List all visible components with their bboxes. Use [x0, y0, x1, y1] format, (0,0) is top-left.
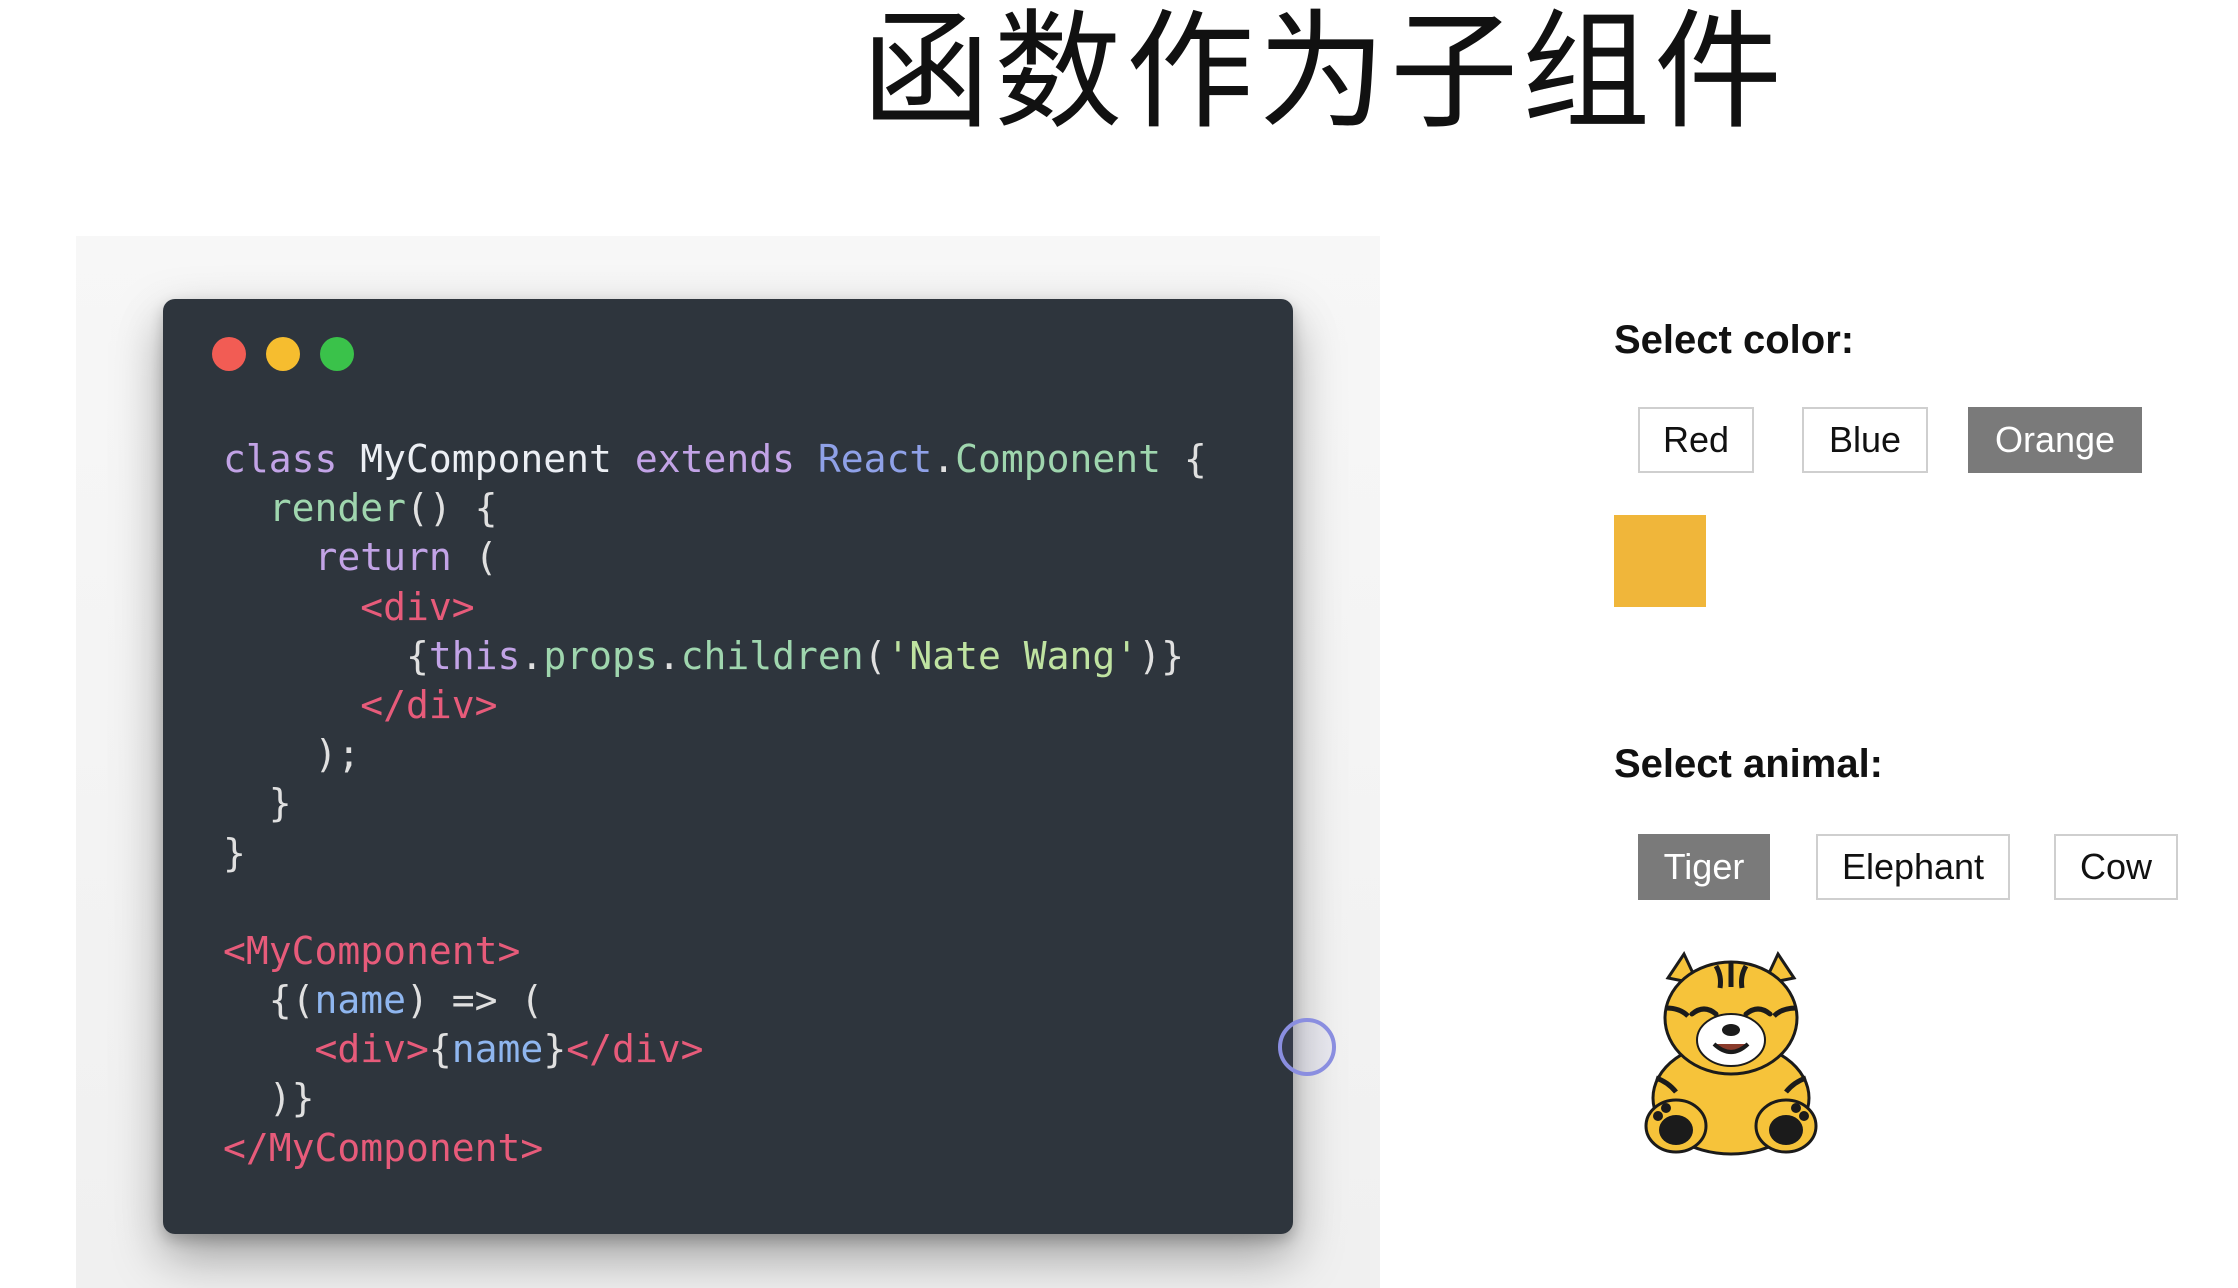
code-token: ); [223, 732, 361, 777]
code-token: ) => ( [406, 978, 544, 1023]
code-line: </MyComponent> [223, 1124, 1207, 1173]
code-line: render() { [223, 484, 1207, 533]
code-line: {(name) => ( [223, 976, 1207, 1025]
code-line: {this.props.children('Nate Wang')} [223, 632, 1207, 681]
code-token: name [451, 1027, 544, 1072]
color-option-blue[interactable]: Blue [1802, 407, 1928, 473]
minimize-window-dot-icon[interactable] [266, 337, 300, 371]
code-token: { [223, 633, 429, 678]
mouse-cursor-ring-icon [1278, 1018, 1336, 1076]
animal-option-tiger[interactable]: Tiger [1638, 834, 1770, 900]
animal-option-cow[interactable]: Cow [2054, 834, 2178, 900]
code-block: class MyComponent extends React.Componen… [223, 435, 1207, 1173]
code-token: { [1161, 437, 1207, 481]
code-line: </div> [223, 681, 1207, 730]
code-token: React [817, 437, 933, 481]
code-token: <div> [360, 584, 475, 629]
code-token: class [223, 437, 338, 481]
code-token: render [268, 486, 407, 531]
code-token: Component [955, 437, 1162, 481]
color-option-red[interactable]: Red [1638, 407, 1754, 473]
code-line: return ( [223, 533, 1207, 582]
code-token: } [543, 1027, 567, 1072]
code-token: children [680, 633, 864, 678]
code-token: MyComponent [337, 437, 635, 481]
code-line: <MyComponent> [223, 927, 1207, 976]
code-token: . [932, 437, 956, 481]
tiger-icon [1636, 948, 1826, 1160]
code-token: } [223, 830, 246, 875]
animal-option-elephant[interactable]: Elephant [1816, 834, 2010, 900]
code-token: ( [863, 633, 887, 678]
code-line: <div>{name}</div> [223, 1025, 1207, 1074]
code-token: extends [634, 437, 795, 481]
code-line: } [223, 829, 1207, 878]
slide-title: 函数作为子组件 [862, 0, 1787, 147]
code-token: { [428, 1027, 452, 1072]
code-line: )} [223, 1074, 1207, 1123]
code-line: } [223, 779, 1207, 828]
code-token: return [314, 535, 452, 580]
code-token: name [314, 978, 407, 1023]
code-token: <MyComponent> [223, 928, 521, 973]
code-token: )} [223, 1076, 315, 1121]
code-token: 'Nate Wang' [886, 633, 1139, 678]
code-token: } [223, 781, 292, 826]
code-line: class MyComponent extends React.Componen… [223, 435, 1207, 484]
select-color-heading: Select color: [1614, 318, 1855, 362]
code-window: class MyComponent extends React.Componen… [163, 299, 1293, 1234]
code-token: <div> [314, 1027, 429, 1072]
close-window-dot-icon[interactable] [212, 337, 246, 371]
code-token: () { [406, 486, 498, 531]
select-animal-heading: Select animal: [1614, 742, 1884, 786]
code-line: <div> [223, 583, 1207, 632]
code-token: </MyComponent> [223, 1125, 544, 1170]
code-token: . [520, 633, 544, 678]
code-token: </div> [360, 682, 498, 727]
color-option-orange[interactable]: Orange [1968, 407, 2142, 473]
maximize-window-dot-icon[interactable] [320, 337, 354, 371]
code-line: ); [223, 730, 1207, 779]
code-token: . [657, 633, 681, 678]
code-token: ( [451, 535, 498, 580]
code-token: this [428, 633, 521, 678]
code-token: </div> [566, 1027, 704, 1072]
color-swatch [1614, 515, 1706, 607]
code-token: {( [223, 978, 315, 1023]
code-token: )} [1138, 633, 1184, 678]
code-token: props [543, 633, 658, 678]
